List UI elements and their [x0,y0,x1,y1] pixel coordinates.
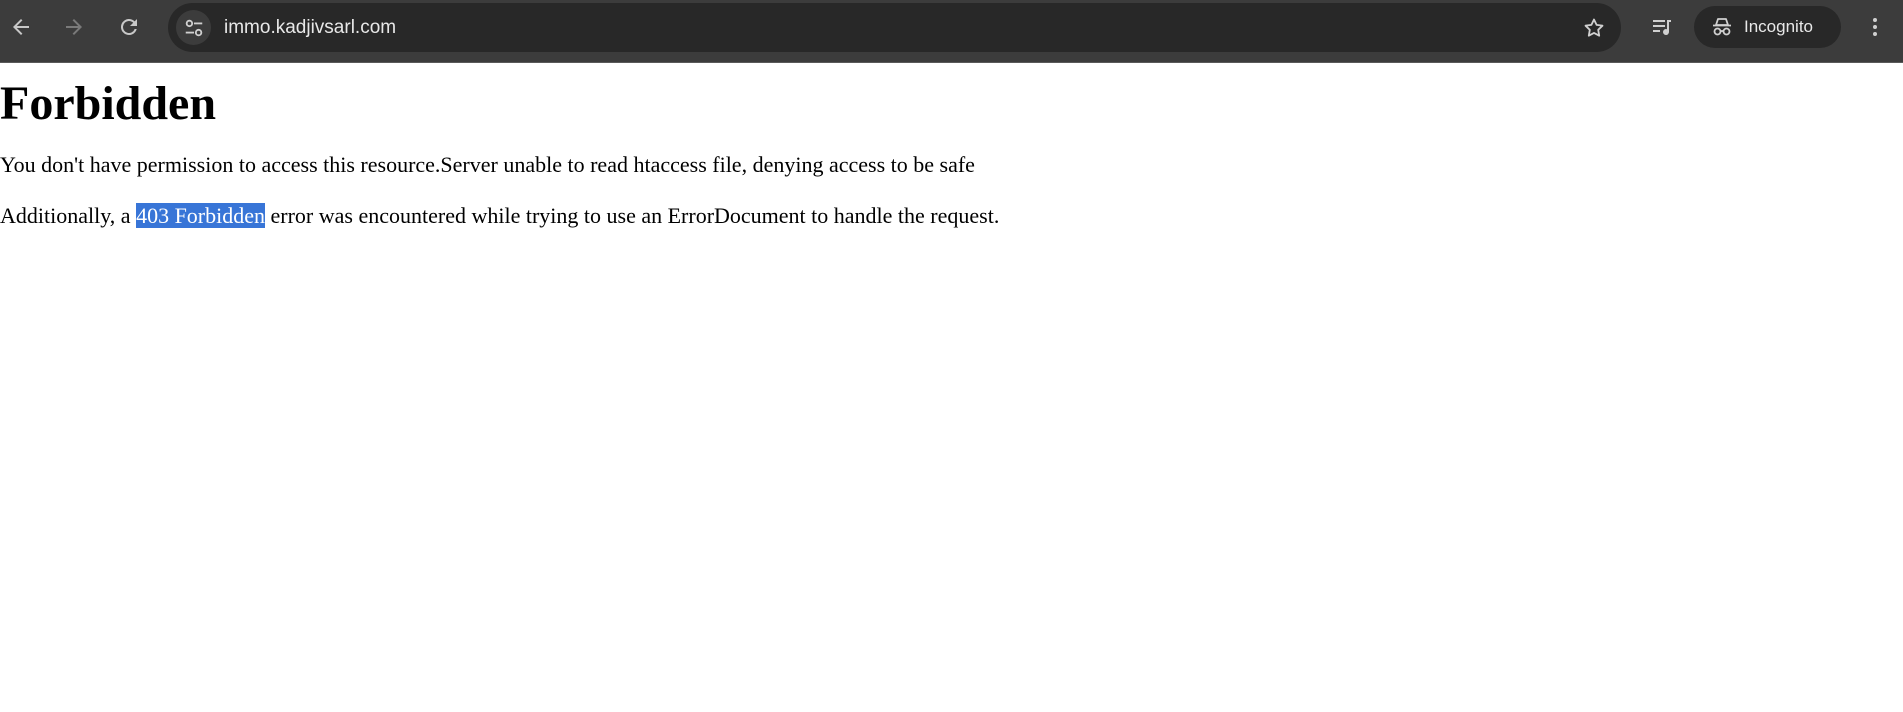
site-info-button[interactable] [176,10,211,45]
forward-button[interactable] [57,10,91,44]
selected-text: 403 Forbidden [136,203,266,228]
error-detail: Additionally, a 403 Forbidden error was … [0,202,1903,230]
browser-toolbar: immo.kadjivsarl.com Incognito [0,0,1903,63]
tune-icon [185,19,202,36]
url-text[interactable]: immo.kadjivsarl.com [224,17,396,39]
bookmark-button[interactable] [1576,10,1611,45]
arrow-left-icon [13,19,29,35]
star-icon [1584,18,1603,37]
incognito-profile-button[interactable]: Incognito [1694,6,1841,48]
incognito-icon [1713,18,1731,36]
error-detail-start: Additionally, a [0,203,137,228]
arrow-right-icon [66,19,82,35]
media-controls-button[interactable] [1645,10,1679,44]
back-button[interactable] [4,10,38,44]
browser-menu-button[interactable] [1858,10,1892,44]
page-content: Forbidden You don't have permission to a… [0,74,1903,230]
address-bar[interactable]: immo.kadjivsarl.com [168,3,1621,52]
error-message: You don't have permission to access this… [0,152,975,177]
reload-button[interactable] [112,10,146,44]
playlist-music-icon [1653,20,1671,36]
error-detail-end: error was encountered while trying to us… [265,203,1000,228]
kebab-menu-icon [1873,18,1877,36]
incognito-label: Incognito [1744,17,1813,36]
reload-icon [120,18,137,35]
page-title: Forbidden [0,77,217,130]
